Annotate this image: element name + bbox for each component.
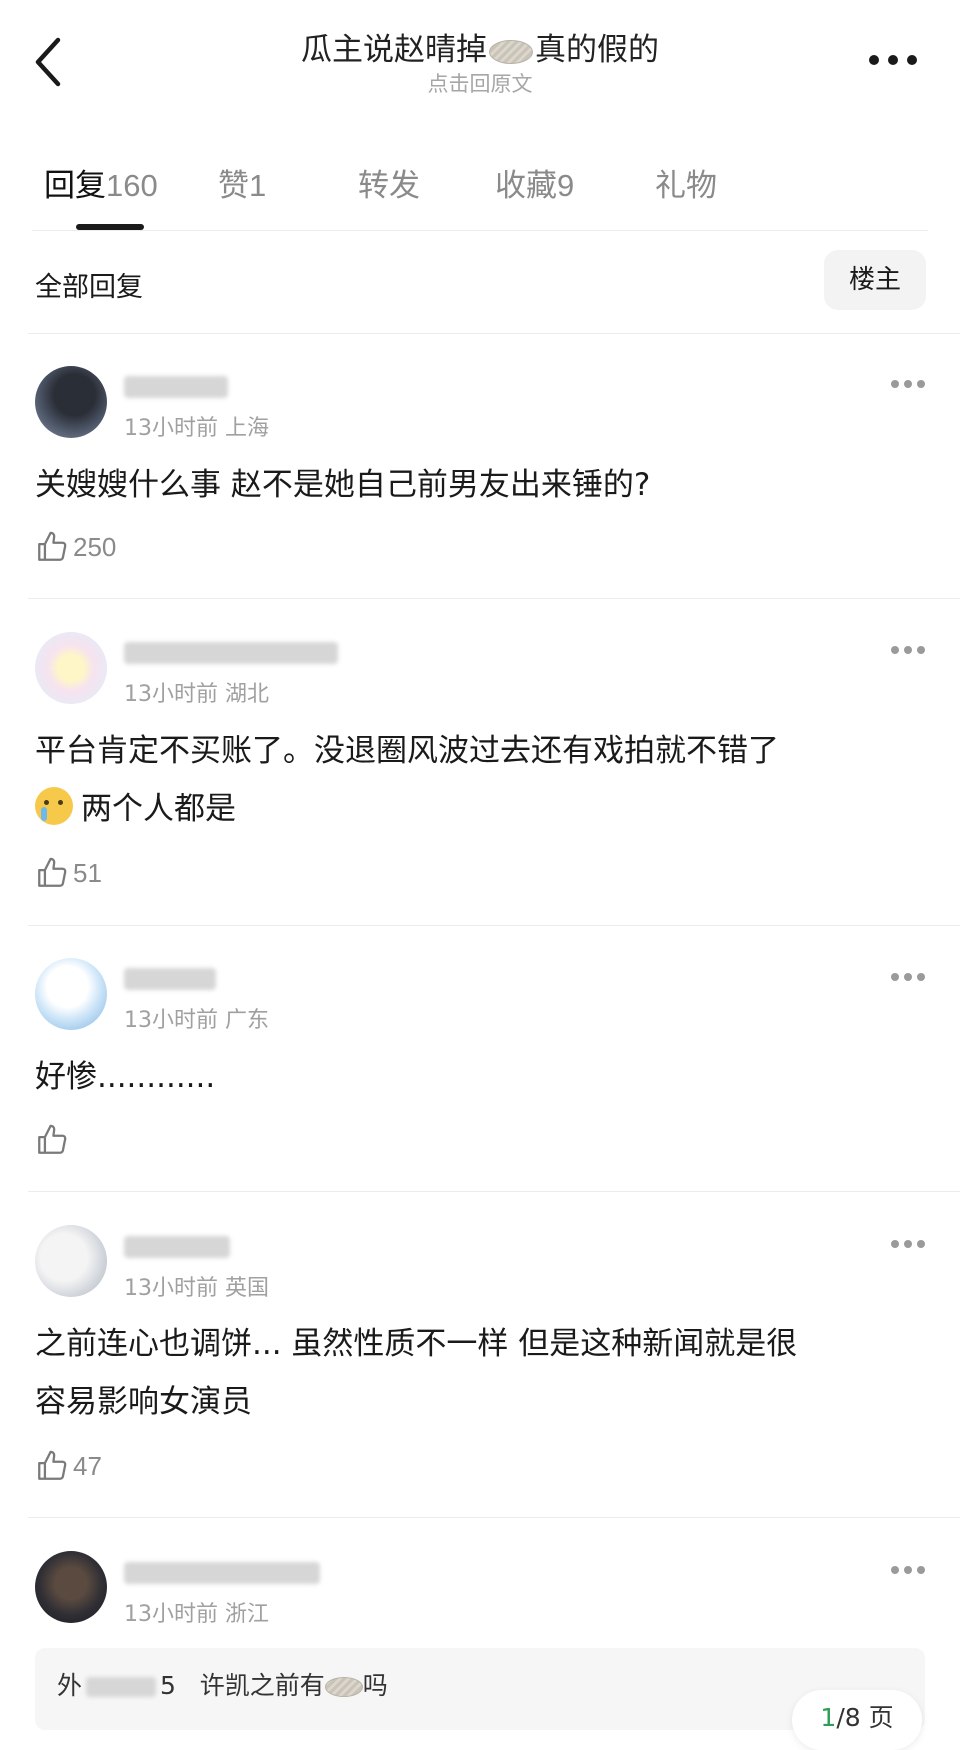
tab-replies-count: 160 — [106, 168, 158, 203]
comment-content-line: 之前连心也调饼... 虽然性质不一样 但是这种新闻就是很 — [35, 1326, 798, 1362]
username-redacted[interactable] — [124, 376, 228, 398]
owner-only-button[interactable]: 楼主 — [824, 250, 926, 310]
avatar[interactable] — [35, 1225, 107, 1297]
comment-location: 湖北 — [225, 682, 270, 707]
title-text-before: 瓜主说赵晴掉 — [301, 32, 487, 68]
like-count: 51 — [73, 857, 102, 888]
comment-more-icon[interactable] — [890, 972, 926, 982]
comment-location: 浙江 — [225, 1602, 270, 1627]
thumbs-up-icon — [38, 1450, 67, 1480]
username-redacted — [86, 1677, 157, 1697]
page-title: 瓜主说赵晴掉 真的假的 — [0, 24, 960, 69]
username-redacted[interactable] — [124, 1236, 230, 1258]
like-count: 250 — [73, 531, 117, 562]
pie-sticker-icon — [489, 39, 533, 64]
tab-reposts-label: 转发 — [358, 168, 420, 204]
comment-meta: 13小时前 广东 — [124, 1002, 269, 1034]
comment-time: 13小时前 — [124, 1602, 218, 1627]
comment-content-line: 平台肯定不买账了。没退圈风波过去还有戏拍就不错了 — [35, 733, 779, 769]
sub-reply-text: 吗 — [362, 1671, 388, 1700]
divider — [28, 1517, 960, 1518]
back-to-original-link[interactable]: 点击回原文 — [0, 68, 960, 98]
comment-content: 之前连心也调饼... 虽然性质不一样 但是这种新闻就是很 容易影响女演员 — [35, 1315, 915, 1431]
pie-sticker-icon — [324, 1677, 363, 1697]
like-count: 47 — [73, 1450, 102, 1481]
divider — [28, 1191, 960, 1192]
avatar[interactable] — [35, 1551, 107, 1623]
tab-likes-count: 1 — [249, 168, 267, 203]
username-redacted[interactable] — [124, 1562, 320, 1584]
avatar[interactable] — [35, 366, 107, 438]
avatar[interactable] — [35, 958, 107, 1030]
current-page: 1 — [820, 1703, 837, 1732]
comment-content-line: 容易影响女演员 — [35, 1384, 252, 1420]
tab-gifts[interactable]: 礼物 — [655, 160, 717, 205]
comment-content: 平台肯定不买账了。没退圈风波过去还有戏拍就不错了 两个人都是 — [35, 722, 915, 838]
comment-content: 关嫂嫂什么事 赵不是她自己前男友出来锤的? — [35, 467, 651, 503]
comment-location: 英国 — [225, 1276, 270, 1301]
crying-face-icon — [35, 787, 73, 825]
comment-time: 13小时前 — [124, 1008, 218, 1033]
like-button[interactable]: 51 — [35, 855, 102, 891]
comment-time: 13小时前 — [124, 682, 218, 707]
title-text-after: 真的假的 — [535, 32, 659, 68]
thumbs-up-icon — [38, 857, 67, 887]
avatar[interactable] — [35, 632, 107, 704]
all-replies-filter[interactable]: 全部回复 — [35, 265, 143, 304]
sub-reply-text: 许凯之前有 — [199, 1671, 325, 1700]
tab-replies-label: 回复 — [44, 168, 106, 204]
like-button[interactable]: 47 — [35, 1448, 102, 1484]
like-button[interactable]: 250 — [35, 529, 116, 565]
tab-gifts-label: 礼物 — [655, 168, 717, 204]
comment-meta: 13小时前 湖北 — [124, 676, 269, 708]
username-redacted[interactable] — [124, 968, 216, 990]
sub-reply-user-suffix: 5 — [160, 1671, 176, 1700]
comment-content-line: 两个人都是 — [35, 780, 915, 838]
username-redacted[interactable] — [124, 642, 338, 664]
comment-location: 广东 — [225, 1008, 270, 1033]
comment-more-icon[interactable] — [890, 645, 926, 655]
tab-reposts[interactable]: 转发 — [358, 160, 420, 205]
comment-more-icon[interactable] — [890, 1565, 926, 1575]
comment-meta: 13小时前 英国 — [124, 1270, 269, 1302]
comment-location: 上海 — [225, 416, 270, 441]
divider — [32, 230, 928, 231]
comment-more-icon[interactable] — [890, 379, 926, 389]
divider — [28, 925, 960, 926]
divider — [28, 333, 960, 334]
comment-content: 好惨............ — [35, 1059, 216, 1095]
tab-likes[interactable]: 赞1 — [218, 160, 266, 205]
tab-favorites[interactable]: 收藏9 — [495, 160, 574, 205]
comment-content-text: 两个人都是 — [81, 791, 236, 827]
comment-meta: 13小时前 浙江 — [124, 1596, 269, 1628]
total-pages: /8 页 — [836, 1703, 894, 1732]
thumbs-up-icon — [38, 1124, 67, 1154]
comment-more-icon[interactable] — [890, 1239, 926, 1249]
pagination-indicator[interactable]: 1/8 页 — [792, 1690, 922, 1750]
thumbs-up-icon — [38, 531, 67, 561]
comment-meta: 13小时前 上海 — [124, 410, 269, 442]
like-button[interactable] — [35, 1122, 73, 1158]
tab-likes-label: 赞 — [218, 168, 249, 204]
tab-replies[interactable]: 回复160 — [44, 160, 158, 205]
more-icon[interactable] — [868, 52, 918, 68]
tab-favorites-label: 收藏 — [495, 168, 557, 204]
tab-favorites-count: 9 — [557, 168, 575, 203]
sub-reply: 外 5 许凯之前有 吗 — [57, 1666, 388, 1702]
sub-reply-user-prefix: 外 — [57, 1671, 83, 1700]
comment-time: 13小时前 — [124, 416, 218, 441]
comment-time: 13小时前 — [124, 1276, 218, 1301]
divider — [28, 598, 960, 599]
